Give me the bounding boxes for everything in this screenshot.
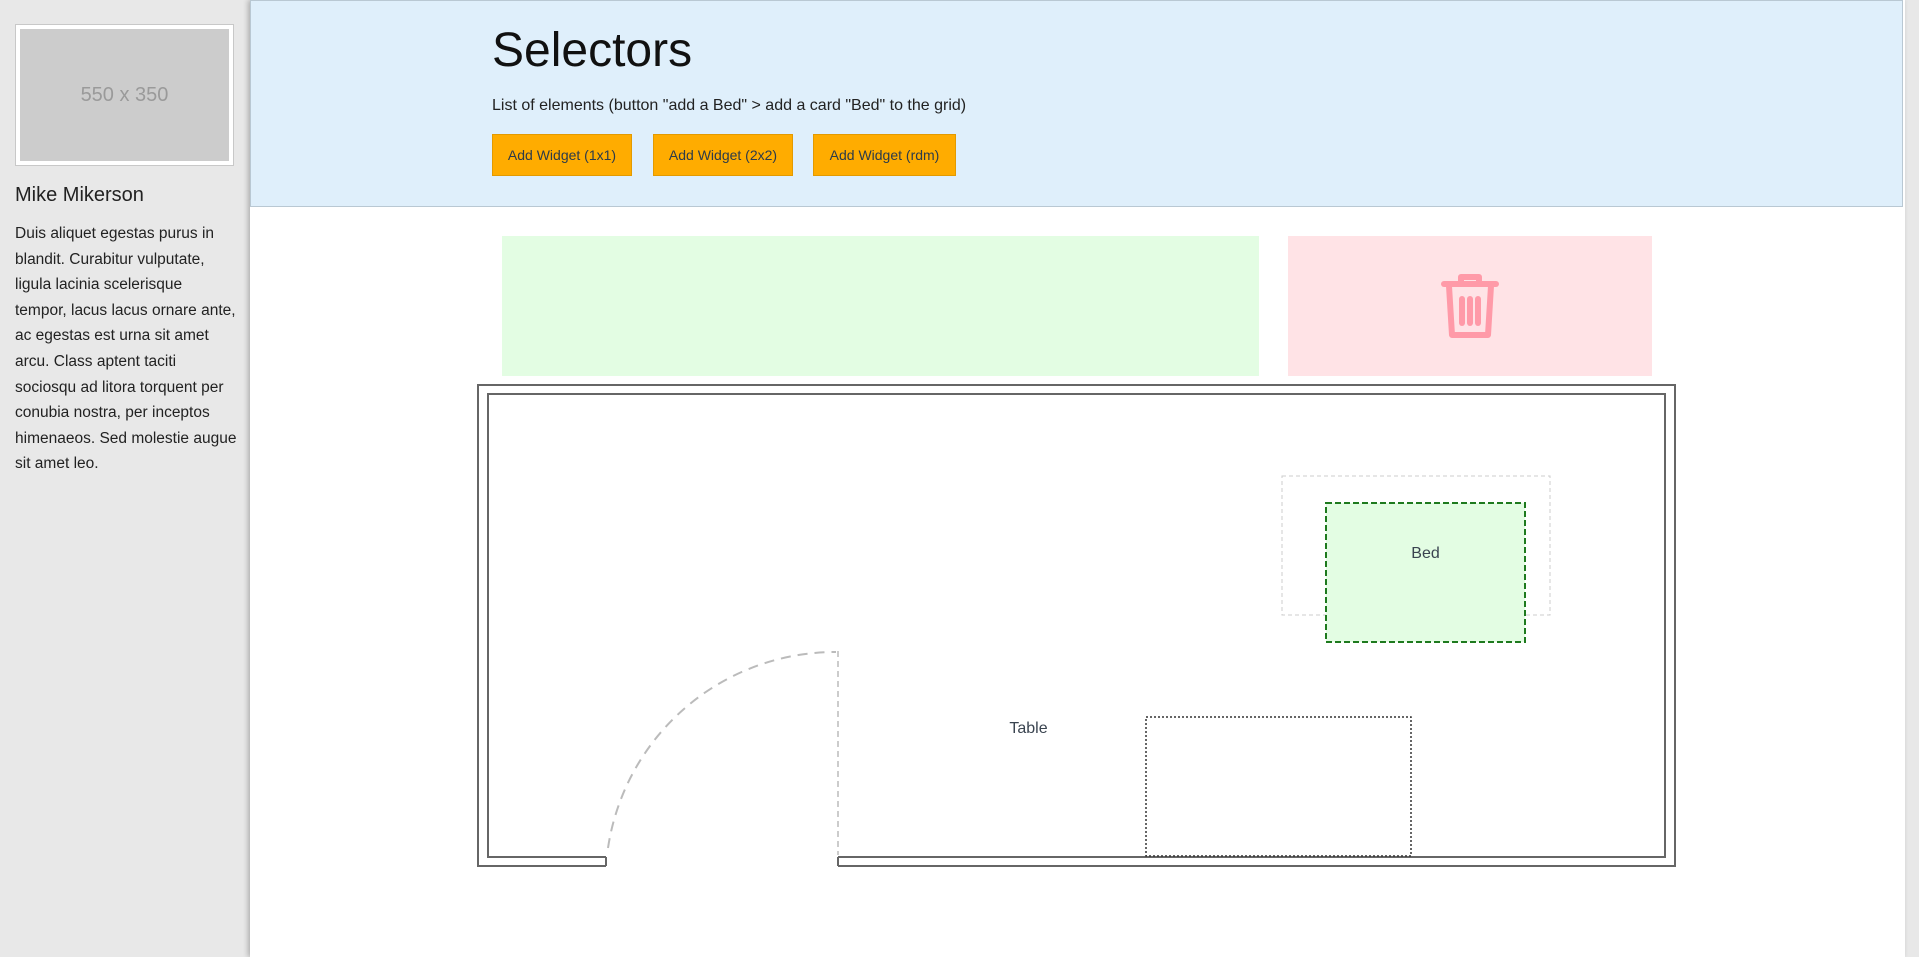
add-widget-2x2-button[interactable]: Add Widget (2x2) (653, 134, 793, 176)
user-name: Mike Mikerson (15, 184, 144, 206)
trash-icon (1441, 274, 1499, 338)
door-swing-arc (607, 650, 837, 849)
avatar-placeholder-image: 550 x 350 (20, 29, 229, 161)
avatar: 550 x 350 (15, 24, 234, 166)
avatar-placeholder-text: 550 x 350 (80, 83, 169, 106)
add-widget-rdm-button[interactable]: Add Widget (rdm) (813, 134, 956, 176)
header: Selectors List of elements (button "add … (250, 0, 1903, 207)
add-widget-1x1-button[interactable]: Add Widget (1x1) (492, 134, 632, 176)
table-card-label: Table (1009, 720, 1048, 737)
user-bio: Duis aliquet egestas purus in blandit. C… (15, 225, 237, 473)
sidebar: 550 x 350 Mike Mikerson Duis aliquet ege… (0, 0, 250, 957)
bed-card[interactable] (1325, 502, 1526, 643)
drop-zone[interactable] (502, 236, 1259, 376)
trash-zone[interactable] (1288, 236, 1652, 376)
page-subtitle: List of elements (button "add a Bed" > a… (492, 97, 967, 114)
bed-card-label: Bed (1411, 545, 1440, 562)
main-panel: Selectors List of elements (button "add … (250, 0, 1905, 957)
table-card[interactable] (1145, 716, 1412, 857)
floor-plan (477, 384, 1676, 867)
page-title: Selectors (492, 24, 693, 77)
